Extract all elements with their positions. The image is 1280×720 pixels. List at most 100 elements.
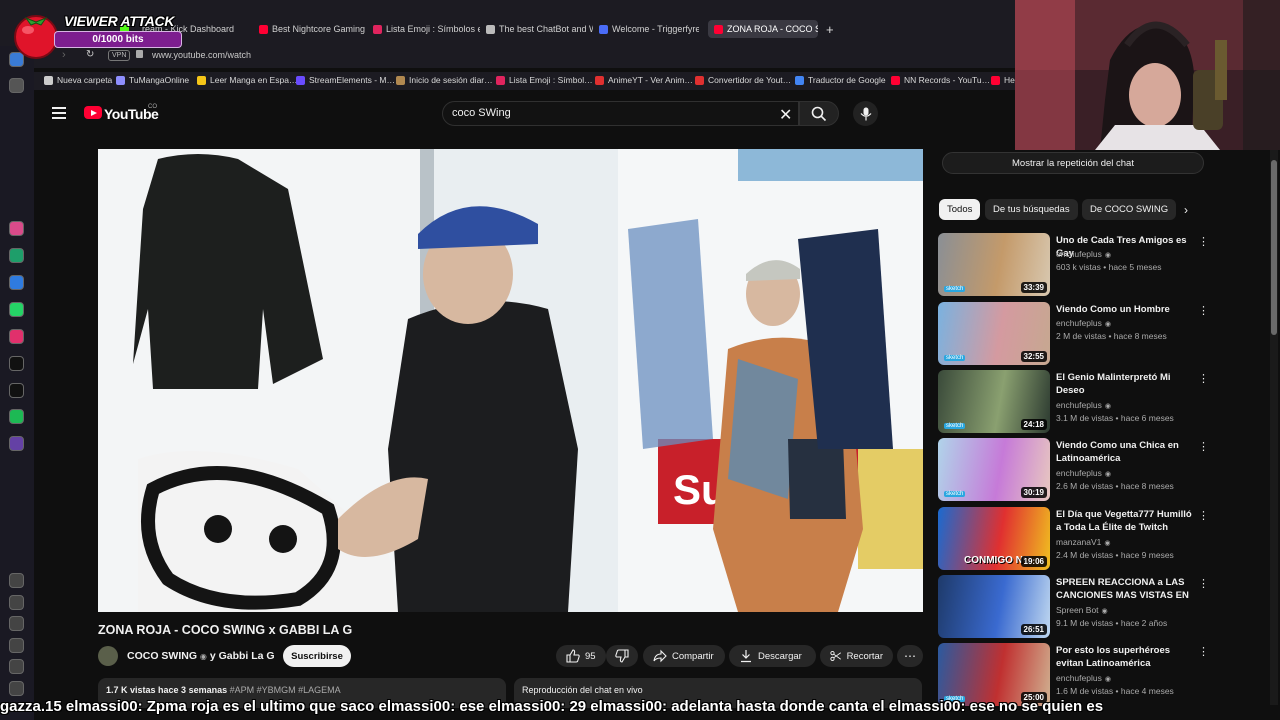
more-actions-button[interactable]: ⋯ — [897, 645, 923, 667]
meta-separator: • — [1113, 550, 1121, 560]
recommended-video-title[interactable]: Por esto los superhéroes evitan Latinoam… — [1056, 644, 1192, 670]
recommended-channel-name[interactable]: enchufeplus — [1056, 673, 1102, 683]
recommended-channel[interactable]: enchufeplus ◉ — [1056, 468, 1111, 478]
tab-favicon-icon — [259, 24, 268, 34]
filter-chip[interactable]: De COCO SWING — [1082, 199, 1177, 220]
apps-icon[interactable] — [9, 573, 24, 588]
bookmark-item[interactable]: Leer Manga en Espa… — [197, 75, 297, 85]
recommended-channel-name[interactable]: manzanaV1 — [1056, 537, 1101, 547]
recommended-channel-name[interactable]: enchufeplus — [1056, 400, 1102, 410]
recommended-channel[interactable]: enchufeplus ◉ — [1056, 249, 1111, 259]
recommended-video-title[interactable]: El Genio Malinterpretó Mi Deseo — [1056, 371, 1192, 397]
filter-chip[interactable]: De tus búsquedas — [985, 199, 1078, 220]
channel-name-text[interactable]: COCO SWING — [127, 650, 197, 662]
more-options-icon[interactable]: ⋮ — [1198, 577, 1209, 590]
recommended-video-title[interactable]: Viendo Como un Hombre — [1056, 303, 1192, 316]
messenger-icon[interactable] — [9, 275, 24, 290]
clear-search-icon[interactable]: ✕ — [779, 105, 792, 125]
recommended-channel[interactable]: enchufeplus ◉ — [1056, 400, 1111, 410]
hashtags[interactable]: #APM #YBMGM #LAGEMA — [230, 685, 341, 695]
browser-tab[interactable]: Lista Emoji : Símbolos en — [373, 20, 480, 38]
bookmark-item[interactable]: StreamElements - M… — [296, 75, 395, 85]
subscribe-button[interactable]: Suscribirse — [283, 645, 351, 667]
new-tab-button[interactable]: + — [826, 20, 834, 38]
like-button[interactable]: 95 — [556, 645, 606, 667]
recommended-video[interactable]: CONMIGO NO 19:06 El Día que Vegetta777 Hum… — [938, 507, 1210, 571]
video-duration: 26:51 — [1020, 624, 1047, 635]
more-icon[interactable] — [9, 681, 24, 696]
search-query[interactable]: coco SWing — [452, 107, 511, 119]
recommended-video[interactable]: sketch 33:39 Uno de Cada Tres Amigos es Ga… — [938, 233, 1210, 297]
bookmark-item[interactable]: He — [991, 75, 1015, 85]
more-options-icon[interactable]: ⋮ — [1198, 235, 1209, 248]
youtube-logo-icon[interactable] — [84, 106, 102, 119]
spotify-icon[interactable] — [9, 409, 24, 424]
channel-name[interactable]: COCO SWING ◉ y Gabbi La G — [127, 650, 275, 662]
more-options-icon[interactable]: ⋮ — [1198, 304, 1209, 317]
browser-tab[interactable]: Welcome - Triggerfyre — [599, 20, 699, 38]
video-player[interactable]: Sup — [98, 149, 923, 612]
video-thumbnail[interactable]: sketch 32:55 — [938, 302, 1050, 365]
video-thumbnail[interactable]: sketch 24:18 — [938, 370, 1050, 433]
recommended-video-title[interactable]: Viendo Como una Chica en Latinoamérica — [1056, 439, 1192, 465]
recommended-channel-name[interactable]: enchufeplus — [1056, 468, 1102, 478]
browser-tab[interactable]: ZONA ROJA - COCO S — [708, 20, 818, 38]
bookmark-item[interactable]: Nueva carpeta — [44, 75, 112, 85]
more-options-icon[interactable]: ⋮ — [1198, 645, 1209, 658]
download-button[interactable]: Descargar — [729, 645, 816, 667]
download-icon[interactable] — [9, 638, 24, 653]
chatgpt-icon[interactable] — [9, 248, 24, 263]
recommended-video[interactable]: sketch 30:19 Viendo Como una Chica en Lati… — [938, 438, 1210, 502]
voice-search-button[interactable] — [853, 101, 878, 126]
bookmark-item[interactable]: Inicio de sesión diar… — [396, 75, 493, 85]
video-thumbnail[interactable]: CONMIGO NO 19:06 — [938, 507, 1050, 570]
settings-icon[interactable] — [9, 659, 24, 674]
search-button[interactable] — [799, 101, 839, 126]
bookmark-item[interactable]: Convertidor de Yout… — [695, 75, 791, 85]
recommended-video-title[interactable]: SPREEN REACCIONA a LAS CANCIONES MAS VIS… — [1056, 576, 1192, 602]
video-thumbnail[interactable]: sketch 33:39 — [938, 233, 1050, 296]
share-button[interactable]: Compartir — [643, 645, 725, 667]
bookmark-item[interactable]: AnimeYT - Ver Anim… — [595, 75, 693, 85]
chevron-right-icon[interactable]: › — [1184, 203, 1188, 217]
clip-button[interactable]: Recortar — [820, 645, 893, 667]
recommended-channel[interactable]: manzanaV1 ◉ — [1056, 537, 1110, 547]
bookmark-item[interactable]: NN Records - YouTu… — [891, 75, 990, 85]
recommended-channel-name[interactable]: enchufeplus — [1056, 249, 1102, 259]
channel-collab[interactable]: y Gabbi La G — [210, 650, 275, 662]
pin-icon[interactable] — [9, 78, 24, 93]
bookmark-item[interactable]: Traductor de Google — [795, 75, 886, 85]
whatsapp-icon[interactable] — [9, 302, 24, 317]
more-options-icon[interactable]: ⋮ — [1198, 440, 1209, 453]
hamburger-menu-icon[interactable] — [52, 107, 66, 119]
more-options-icon[interactable]: ⋮ — [1198, 509, 1209, 522]
recommended-channel-name[interactable]: Spreen Bot — [1056, 605, 1099, 615]
twitch-icon[interactable] — [9, 436, 24, 451]
channel-avatar[interactable] — [98, 646, 118, 666]
history-icon[interactable] — [9, 616, 24, 631]
bookmark-item[interactable]: TuMangaOnline — [116, 75, 189, 85]
video-thumbnail[interactable]: 26:51 — [938, 575, 1050, 638]
tiktok-icon[interactable] — [9, 356, 24, 371]
recommended-video[interactable]: 26:51 SPREEN REACCIONA a LAS CANCIONES MA… — [938, 575, 1210, 639]
x-icon[interactable] — [9, 383, 24, 398]
filter-chip[interactable]: Todos — [939, 199, 981, 220]
scrollbar-thumb[interactable] — [1271, 160, 1277, 335]
more-options-icon[interactable]: ⋮ — [1198, 372, 1209, 385]
browser-tab[interactable]: Best Nightcore Gaming M — [259, 20, 367, 38]
recommended-channel-name[interactable]: enchufeplus — [1056, 318, 1102, 328]
recommended-video-title[interactable]: El Día que Vegetta777 Humilló a Toda La … — [1056, 508, 1192, 534]
bookmark-item[interactable]: Lista Emoji : Símbol… — [496, 75, 593, 85]
browser-tab[interactable]: The best ChatBot and Wid — [486, 20, 593, 38]
recommended-channel[interactable]: enchufeplus ◉ — [1056, 318, 1111, 328]
aria-icon[interactable] — [9, 221, 24, 236]
instagram-icon[interactable] — [9, 329, 24, 344]
recommended-video[interactable]: sketch 32:55 Viendo Como un Hombre enchufep… — [938, 302, 1210, 366]
dislike-button[interactable] — [606, 645, 638, 667]
video-thumbnail[interactable]: sketch 30:19 — [938, 438, 1050, 501]
heart-icon[interactable] — [9, 595, 24, 610]
recommended-channel[interactable]: Spreen Bot ◉ — [1056, 605, 1108, 615]
recommended-channel[interactable]: enchufeplus ◉ — [1056, 673, 1111, 683]
recommended-video[interactable]: sketch 24:18 El Genio Malinterpretó Mi Des… — [938, 370, 1210, 434]
show-chat-replay-button[interactable]: Mostrar la repetición del chat — [942, 152, 1204, 174]
